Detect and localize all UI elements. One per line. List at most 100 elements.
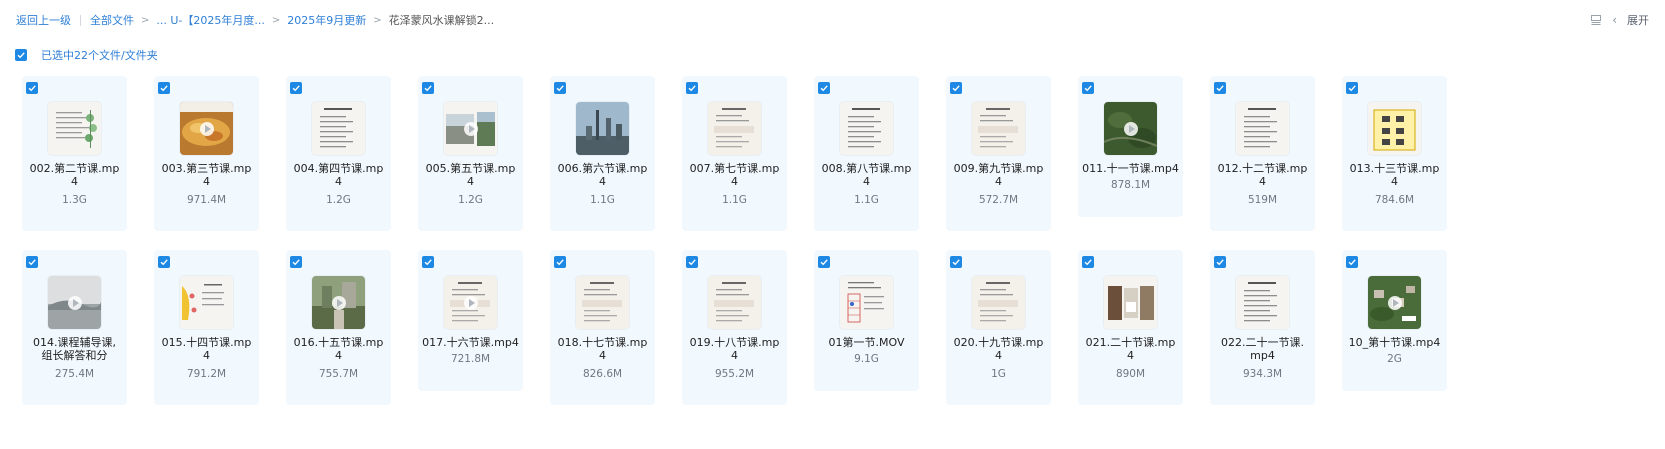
checkbox-checked-icon[interactable] <box>1346 256 1358 268</box>
checkbox-checked-icon[interactable] <box>818 82 830 94</box>
file-card[interactable]: 012.十二节课.mp 4 519M <box>1210 76 1315 231</box>
file-name: 015.十四节课.mp 4 <box>158 336 255 362</box>
breadcrumb-folder-1[interactable]: ... U-【2025年月度... <box>156 12 265 28</box>
file-name: 020.十九节课.mp 4 <box>950 336 1047 362</box>
play-icon <box>463 295 478 310</box>
file-card[interactable]: 10_第十节课.mp4 2G <box>1342 250 1447 391</box>
file-grid: 002.第二节课.mp 4 1.3G 003.第三节课.mp 4 971.4M … <box>22 76 1447 405</box>
breadcrumb-folder-2[interactable]: 2025年9月更新 <box>287 12 366 28</box>
video-thumbnail <box>312 276 365 329</box>
checkbox-checked-icon[interactable] <box>1214 82 1226 94</box>
video-thumbnail <box>1236 102 1289 155</box>
file-name: 011.十一节课.mp4 <box>1082 162 1179 175</box>
file-name-line-1: 004.第四节课.mp <box>293 162 384 175</box>
file-size: 572.7M <box>978 194 1019 206</box>
file-name: 018.十七节课.mp 4 <box>554 336 651 362</box>
file-name: 021.二十节课.mp 4 <box>1082 336 1179 362</box>
file-card[interactable]: 003.第三节课.mp 4 971.4M <box>154 76 259 231</box>
checkbox-checked-icon[interactable] <box>554 256 566 268</box>
file-name-line-2: 4 <box>731 349 738 362</box>
file-card[interactable]: 007.第七节课.mp 4 1.1G <box>682 76 787 231</box>
file-card[interactable]: 008.第八节课.mp 4 1.1G <box>814 76 919 231</box>
file-name: 005.第五节课.mp 4 <box>422 162 519 188</box>
file-name-line-2: 组长解答和分 <box>41 349 108 362</box>
file-card[interactable]: 021.二十节课.mp 4 890M <box>1078 250 1183 405</box>
file-card[interactable]: 009.第九节课.mp 4 572.7M <box>946 76 1051 231</box>
file-name-line-1: 019.十八节课.mp <box>689 336 780 349</box>
checkbox-checked-icon[interactable] <box>686 82 698 94</box>
checkbox-checked-icon[interactable] <box>1082 256 1094 268</box>
file-name: 009.第九节课.mp 4 <box>950 162 1047 188</box>
play-icon <box>199 121 214 136</box>
file-card[interactable]: 006.第六节课.mp 4 1.1G <box>550 76 655 231</box>
file-name: 016.十五节课.mp 4 <box>290 336 387 362</box>
file-name-line-1: 10_第十节课.mp4 <box>1348 336 1441 349</box>
file-name-line-1: 017.十六节课.mp4 <box>422 336 519 349</box>
file-card[interactable]: 020.十九节课.mp 4 1G <box>946 250 1051 405</box>
layout-toggle-icon[interactable] <box>1590 14 1602 26</box>
select-all-checkbox[interactable]: 已选中22个文件/文件夹 <box>15 48 158 62</box>
video-thumbnail <box>708 102 761 155</box>
file-name: 002.第二节课.mp 4 <box>26 162 123 188</box>
breadcrumb-all-files[interactable]: 全部文件 <box>90 12 134 28</box>
checkbox-checked-icon[interactable] <box>422 82 434 94</box>
file-size: 275.4M <box>54 368 95 380</box>
file-card[interactable]: 005.第五节课.mp 4 1.2G <box>418 76 523 231</box>
checkbox-checked-icon[interactable] <box>158 256 170 268</box>
file-size: 1.1G <box>854 194 879 206</box>
file-name-line-2: 4 <box>995 349 1002 362</box>
checkbox-checked-icon[interactable] <box>158 82 170 94</box>
back-link[interactable]: 返回上一级 <box>16 12 71 28</box>
video-thumbnail <box>180 102 233 155</box>
file-name-line-2: mp4 <box>1250 349 1275 362</box>
file-card[interactable]: 013.十三节课.mp 4 784.6M <box>1342 76 1447 231</box>
file-card[interactable]: 022.二十一节课. mp4 934.3M <box>1210 250 1315 405</box>
file-name-line-1: 003.第三节课.mp <box>161 162 252 175</box>
checkbox-checked-icon[interactable] <box>290 256 302 268</box>
chevron-left-icon[interactable]: ‹ <box>1612 13 1617 27</box>
checkbox-checked-icon[interactable] <box>1214 256 1226 268</box>
file-size: 955.2M <box>714 368 755 380</box>
file-name-line-1: 018.十七节课.mp <box>557 336 648 349</box>
play-icon <box>331 295 346 310</box>
checkbox-checked-icon[interactable] <box>26 82 38 94</box>
checkbox-checked-icon[interactable] <box>422 256 434 268</box>
file-card[interactable]: 017.十六节课.mp4 721.8M <box>418 250 523 391</box>
file-size: 1.1G <box>590 194 615 206</box>
video-thumbnail <box>840 102 893 155</box>
checkbox-checked-icon[interactable] <box>686 256 698 268</box>
file-card[interactable]: 016.十五节课.mp 4 755.7M <box>286 250 391 405</box>
file-name: 017.十六节课.mp4 <box>422 336 519 349</box>
breadcrumb-separator-icon: > <box>141 14 150 26</box>
checkbox-checked-icon <box>15 49 27 61</box>
video-thumbnail <box>1104 276 1157 329</box>
file-name-line-2: 4 <box>335 349 342 362</box>
file-card[interactable]: 015.十四节课.mp 4 791.2M <box>154 250 259 405</box>
checkbox-checked-icon[interactable] <box>818 256 830 268</box>
checkbox-checked-icon[interactable] <box>26 256 38 268</box>
checkbox-checked-icon[interactable] <box>950 82 962 94</box>
breadcrumb: 返回上一级 全部文件 > ... U-【2025年月度... > 2025年9月… <box>16 12 494 28</box>
file-name-line-1: 012.十二节课.mp <box>1217 162 1308 175</box>
file-card[interactable]: 019.十八节课.mp 4 955.2M <box>682 250 787 405</box>
file-name: 022.二十一节课. mp4 <box>1214 336 1311 362</box>
video-thumbnail <box>48 102 101 155</box>
checkbox-checked-icon[interactable] <box>1346 82 1358 94</box>
file-name-line-2: 4 <box>863 175 870 188</box>
video-thumbnail <box>48 276 101 329</box>
file-card[interactable]: 002.第二节课.mp 4 1.3G <box>22 76 127 231</box>
file-card[interactable]: 01第一节.MOV 9.1G <box>814 250 919 391</box>
checkbox-checked-icon[interactable] <box>950 256 962 268</box>
file-name-line-1: 005.第五节课.mp <box>425 162 516 175</box>
checkbox-checked-icon[interactable] <box>290 82 302 94</box>
expand-button[interactable]: 展开 <box>1627 12 1649 28</box>
file-name-line-2: 4 <box>203 349 210 362</box>
file-card[interactable]: 011.十一节课.mp4 878.1M <box>1078 76 1183 217</box>
file-size: 971.4M <box>186 194 227 206</box>
checkbox-checked-icon[interactable] <box>554 82 566 94</box>
file-card[interactable]: 018.十七节课.mp 4 826.6M <box>550 250 655 405</box>
file-name-line-1: 01第一节.MOV <box>828 336 905 349</box>
checkbox-checked-icon[interactable] <box>1082 82 1094 94</box>
file-card[interactable]: 014.课程辅导课, 组长解答和分 275.4M <box>22 250 127 405</box>
file-card[interactable]: 004.第四节课.mp 4 1.2G <box>286 76 391 231</box>
